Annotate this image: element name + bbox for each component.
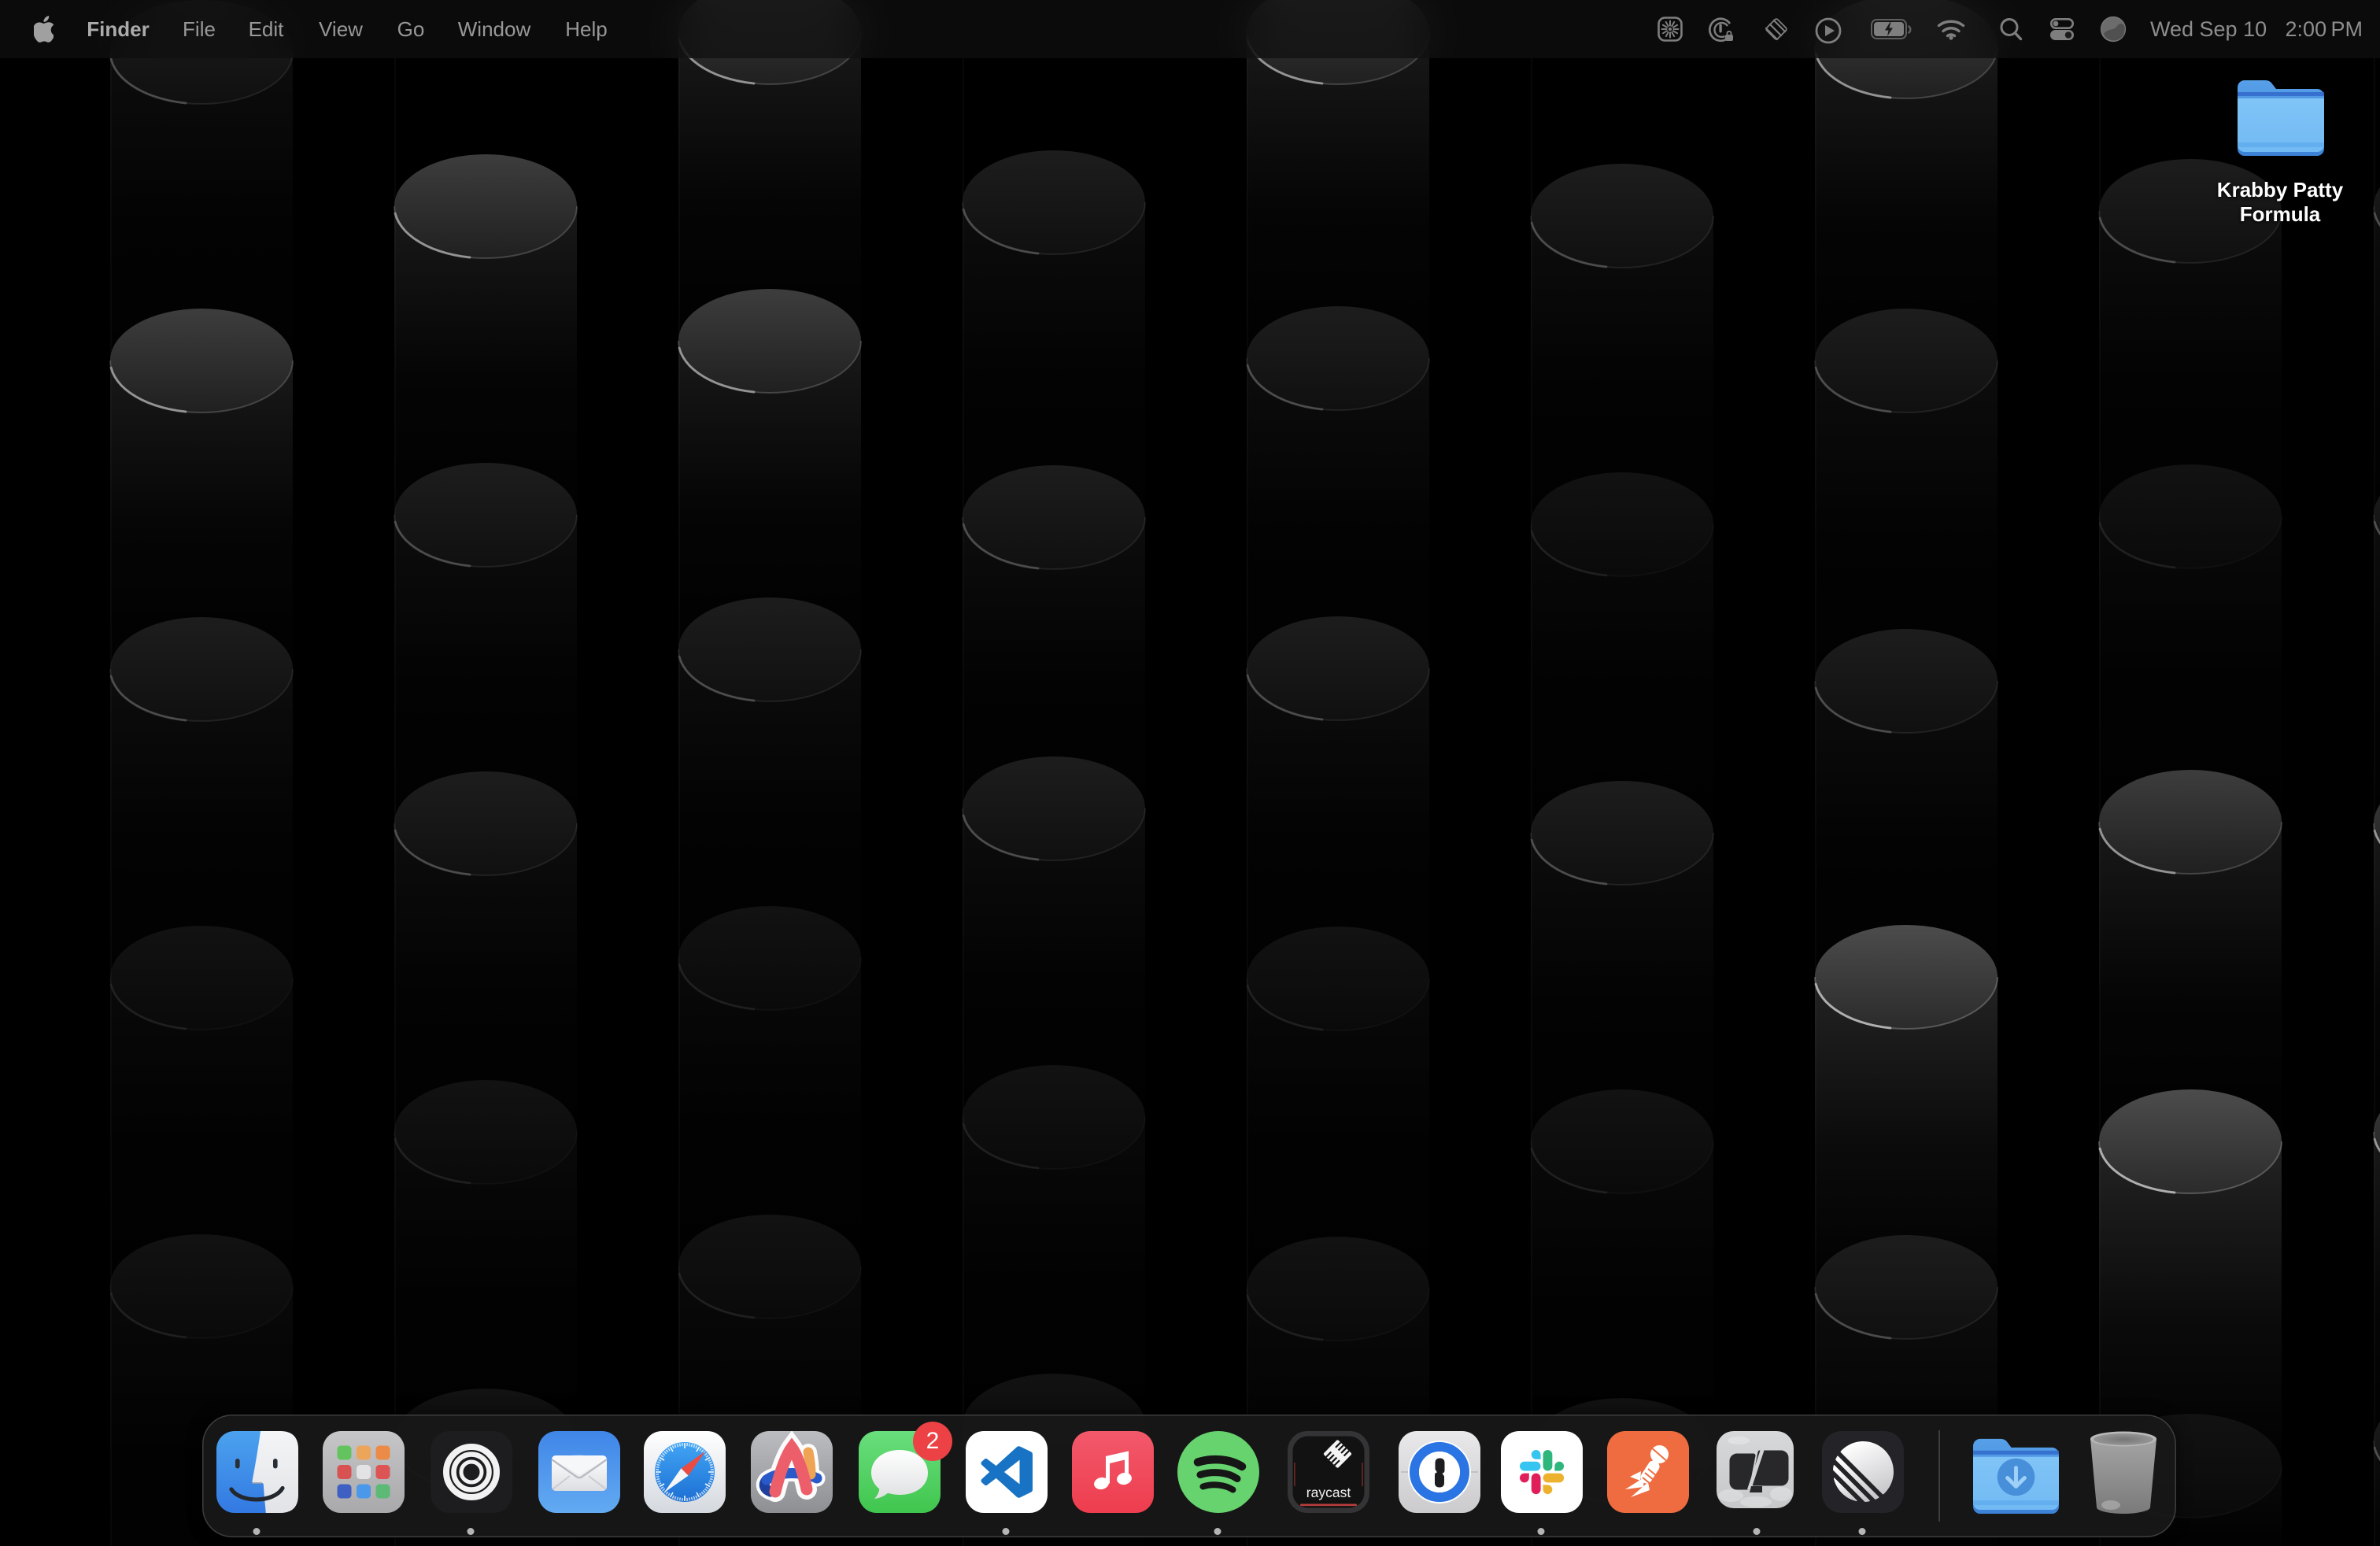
svg-text:raycast: raycast (1306, 1485, 1351, 1500)
